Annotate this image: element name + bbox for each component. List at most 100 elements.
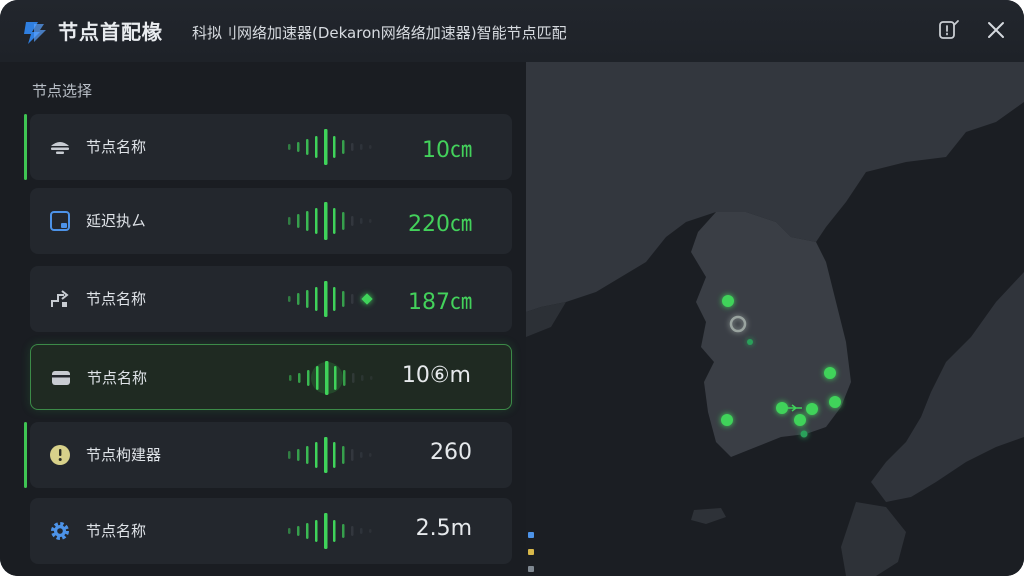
signal-bar — [333, 520, 336, 542]
signal-bar — [343, 370, 346, 386]
close-icon[interactable] — [982, 16, 1010, 44]
signal-bar — [361, 375, 364, 381]
signal-bar — [342, 524, 345, 538]
signal-bar — [333, 136, 336, 158]
signal-bar — [297, 214, 300, 228]
signal-bar — [342, 212, 345, 230]
signal-bar — [369, 529, 372, 533]
title-bar: 节点首配椽 科拟刂网络加速器(Dekaron网络络加速器)智能节点匹配 — [0, 0, 1024, 63]
signal-bar — [351, 526, 354, 536]
signal-bar — [351, 449, 354, 461]
node-row[interactable]: 延迟执ㄙ 220㎝ — [30, 188, 512, 254]
signal-bar — [297, 293, 300, 305]
signal-bar — [324, 437, 328, 473]
signal-bar — [306, 211, 309, 231]
map-node-marker[interactable] — [747, 339, 753, 345]
signal-bar — [369, 453, 372, 457]
section-title: 节点选择 — [32, 82, 93, 100]
signal-bar — [360, 452, 363, 458]
signal-bar — [315, 208, 318, 234]
signal-bar — [306, 523, 309, 539]
signal-bar — [351, 294, 354, 304]
signal-bar — [351, 143, 354, 151]
signal-wave — [288, 513, 372, 549]
signal-bar — [288, 528, 291, 534]
signal-bar — [342, 291, 345, 307]
signal-bar — [298, 373, 301, 383]
map-node-marker[interactable] — [824, 367, 836, 379]
signal-wave — [289, 361, 373, 395]
signal-bar — [360, 144, 363, 150]
node-row[interactable]: 节点名称 2.5m — [30, 498, 512, 564]
node-latency: 10⑥m — [401, 363, 471, 388]
signal-bar — [288, 296, 291, 302]
app-window: 节点首配椽 科拟刂网络加速器(Dekaron网络络加速器)智能节点匹配 节点选择… — [0, 0, 1024, 576]
node-selection-panel: 节点选择 节点名称 10㎝ 延迟执ㄙ 220㎝ 节点名称 187㎝ 节点名称 1… — [0, 62, 526, 576]
node-latency: 220㎝ — [408, 212, 472, 237]
signal-bar — [333, 287, 336, 311]
signal-bar — [315, 136, 318, 158]
pin-icon[interactable] — [934, 16, 962, 44]
signal-bar — [289, 375, 292, 381]
signal-bar — [369, 145, 372, 149]
node-latency: 260 — [430, 440, 472, 465]
signal-wave — [288, 437, 372, 473]
node-latency: 187㎝ — [408, 290, 472, 315]
alert-icon — [50, 445, 70, 465]
signal-bar — [324, 129, 328, 165]
signal-bar — [360, 218, 363, 224]
card-icon — [52, 371, 70, 385]
active-indicator — [24, 422, 27, 488]
gear-icon — [51, 522, 69, 540]
node-row-selected[interactable]: 节点名称 10⑥m — [30, 344, 512, 410]
signal-bar — [342, 446, 345, 464]
active-indicator — [24, 114, 27, 180]
signal-bar — [315, 520, 318, 542]
node-row[interactable]: 节点名称 10㎝ — [24, 114, 512, 180]
signal-bar — [333, 208, 336, 234]
map-node-marker[interactable] — [829, 396, 841, 408]
node-row[interactable]: 节点枸建器 260 — [24, 422, 512, 488]
node-name: 节点名称 — [86, 522, 147, 540]
node-map[interactable] — [526, 62, 1024, 576]
signal-bar — [297, 142, 300, 152]
signal-bar — [315, 442, 318, 468]
legend-grey-icon — [528, 566, 534, 572]
signal-bar — [288, 451, 291, 459]
signal-bar — [297, 526, 300, 536]
node-row[interactable]: 节点名称 187㎝ — [30, 266, 512, 332]
signal-bar — [324, 202, 328, 240]
map-node-marker[interactable] — [794, 414, 806, 426]
signal-bar — [306, 446, 309, 464]
signal-bar — [325, 361, 329, 395]
signal-bar — [306, 290, 309, 308]
node-name: 节点枸建器 — [86, 446, 162, 464]
map-node-marker[interactable] — [722, 295, 734, 307]
signal-bar — [370, 376, 373, 380]
node-latency: 2.5m — [415, 516, 472, 541]
signal-bar — [324, 513, 328, 549]
window-icon — [50, 211, 70, 231]
signal-bar — [315, 287, 318, 311]
signal-bar — [297, 449, 300, 461]
signal-bar — [342, 140, 345, 154]
map-node-marker[interactable] — [800, 430, 808, 438]
app-logo-icon — [24, 22, 46, 44]
legend-blue-icon — [528, 532, 534, 538]
signal-bar — [352, 373, 355, 383]
node-name: 节点名称 — [86, 138, 147, 156]
signal-bar — [288, 144, 291, 150]
node-name: 延迟执ㄙ — [86, 212, 147, 230]
signal-bar — [307, 370, 310, 386]
map-node-marker[interactable] — [806, 403, 818, 415]
signal-bar — [333, 442, 336, 468]
signal-wave — [288, 129, 372, 165]
signal-bar — [369, 219, 372, 223]
signal-wave — [288, 202, 372, 240]
signal-bar — [288, 217, 291, 225]
cloud-icon — [51, 142, 69, 154]
signal-bar — [324, 281, 328, 317]
app-title: 节点首配椽 — [58, 20, 163, 44]
node-latency: 10㎝ — [422, 138, 472, 163]
map-node-marker[interactable] — [721, 414, 733, 426]
